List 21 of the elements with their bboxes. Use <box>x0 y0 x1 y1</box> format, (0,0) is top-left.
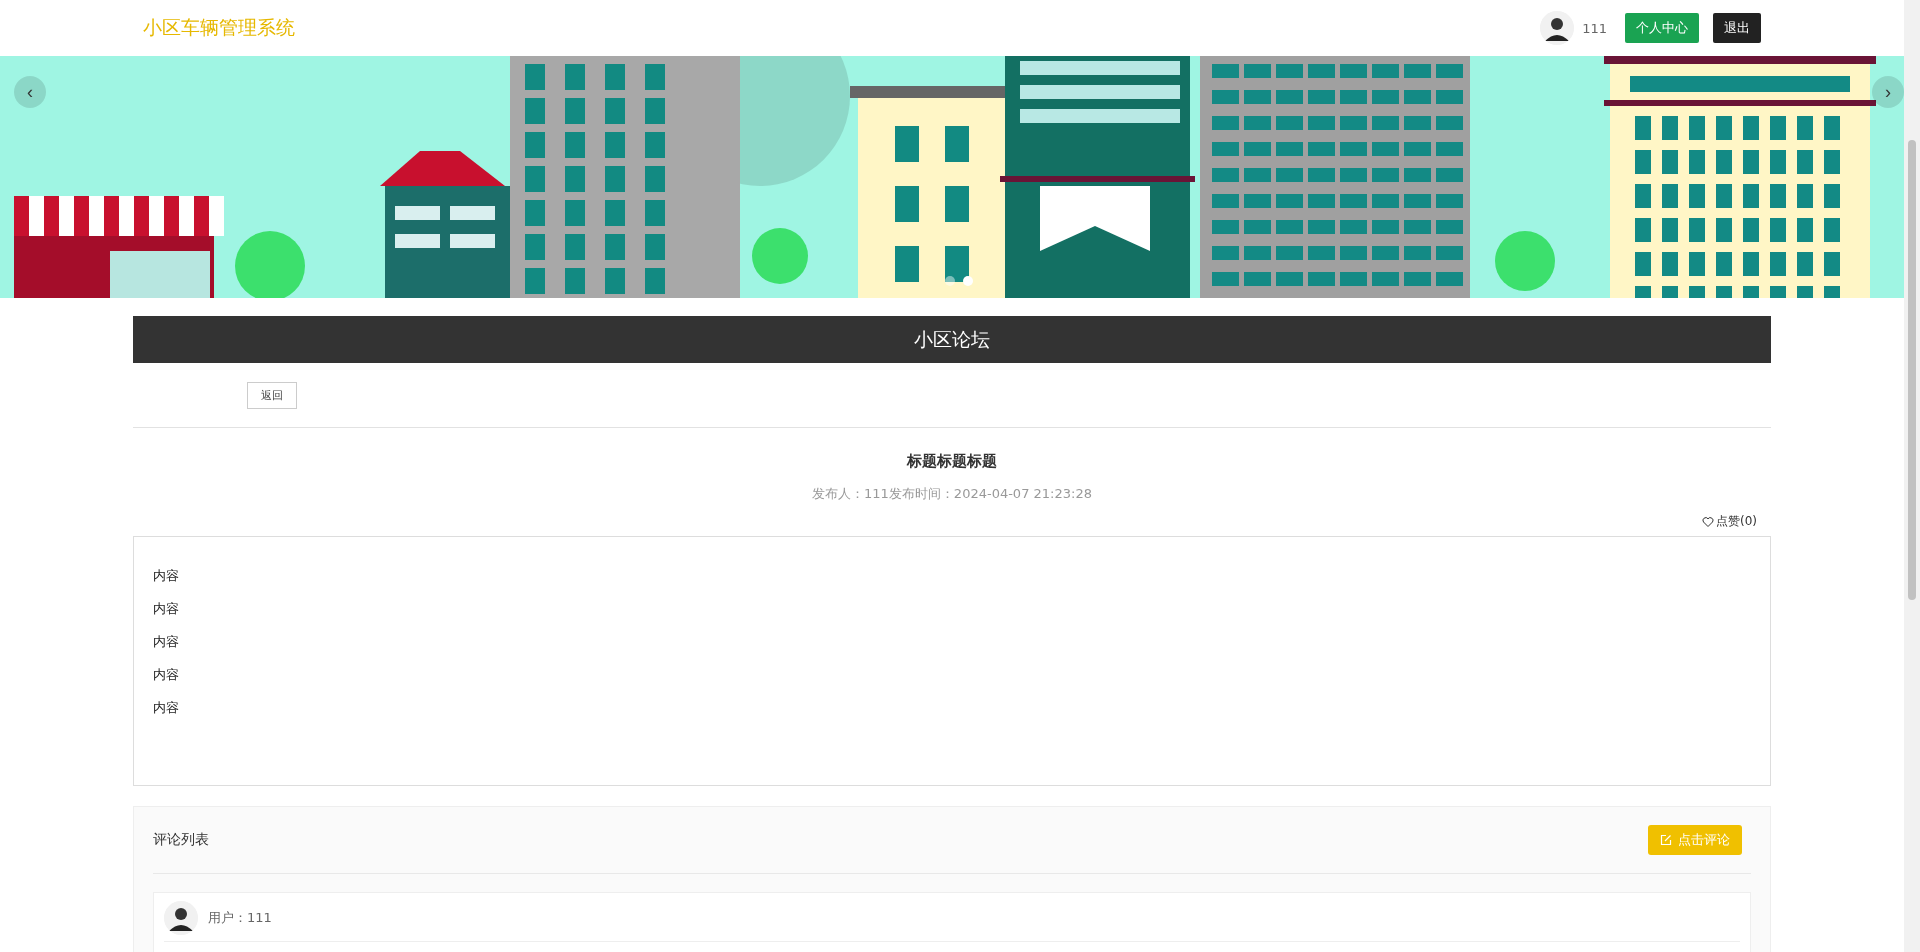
scrollbar[interactable] <box>1904 0 1920 952</box>
post-title: 标题标题标题 <box>905 452 998 471</box>
carousel-dot[interactable] <box>945 276 955 286</box>
content-line: 内容 <box>153 633 180 651</box>
carousel-dot[interactable] <box>963 276 973 286</box>
content-line: 内容 <box>153 666 180 684</box>
comment-user: 用户：111 <box>208 909 272 927</box>
comments-heading: 评论列表 <box>153 831 209 849</box>
post-meta: 发布人：111发布时间：2024-04-07 21:23:28 <box>811 485 1093 503</box>
site-title: 小区车辆管理系统 <box>143 15 295 40</box>
content-line: 内容 <box>153 567 180 585</box>
heart-icon <box>1702 515 1714 528</box>
username: 111 <box>1582 20 1607 36</box>
like-button[interactable]: 点赞(0) <box>1702 513 1757 530</box>
content-line: 内容 <box>153 699 180 717</box>
content-line: 内容 <box>153 600 180 618</box>
scrollbar-thumb[interactable] <box>1908 140 1916 600</box>
logout-button[interactable]: 退出 <box>1713 13 1761 43</box>
section-title-bar: 小区论坛 <box>133 316 1771 363</box>
edit-icon <box>1660 834 1672 846</box>
back-button[interactable]: 返回 <box>247 382 297 409</box>
